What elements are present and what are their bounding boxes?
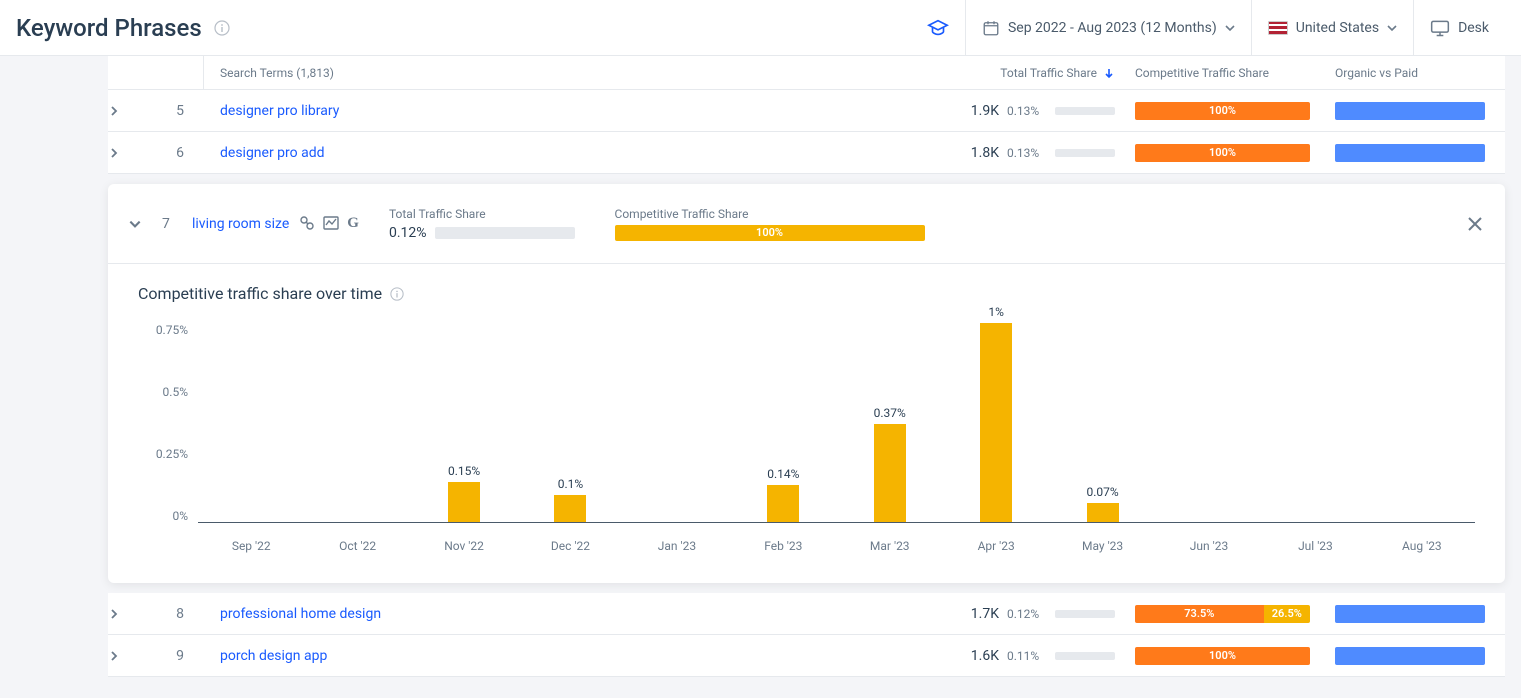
- chart-bar: [1262, 323, 1368, 522]
- academy-icon[interactable]: [911, 0, 965, 56]
- keyword-link[interactable]: designer pro add: [220, 145, 325, 161]
- keyword-link[interactable]: designer pro library: [220, 103, 339, 119]
- keyword-link[interactable]: porch design app: [220, 648, 327, 664]
- bar-chart: 0.75%0.5%0.25%0% 0.15%0.1%0.14%0.37%1%0.…: [138, 323, 1475, 553]
- date-range-selector[interactable]: Sep 2022 - Aug 2023 (12 Months): [965, 0, 1251, 56]
- info-icon[interactable]: [214, 20, 230, 36]
- chevron-down-icon: [1387, 23, 1397, 33]
- cts-bar: 100%: [615, 225, 925, 241]
- expand-button[interactable]: [108, 105, 156, 117]
- col-terms[interactable]: Search Terms (1,813): [204, 66, 965, 80]
- row-index: 5: [156, 103, 204, 119]
- ovp-bar: [1335, 605, 1485, 623]
- ovp-bar: [1335, 102, 1485, 120]
- flag-us-icon: [1268, 21, 1288, 35]
- chart-bar: 1%: [943, 323, 1049, 522]
- chart-bar: [198, 323, 304, 522]
- desktop-icon: [1430, 19, 1450, 37]
- ovp-bar: [1335, 144, 1485, 162]
- date-range-label: Sep 2022 - Aug 2023 (12 Months): [1008, 20, 1217, 36]
- chart-bar: [304, 323, 410, 522]
- cts-label: Competitive Traffic Share: [615, 207, 925, 221]
- row-index: 7: [162, 216, 192, 232]
- table-row: 9 porch design app 1.6K 0.11% 100%: [108, 635, 1505, 677]
- analyze-icon[interactable]: [299, 215, 315, 232]
- page-title: Keyword Phrases: [16, 14, 202, 42]
- device-selector[interactable]: Desk: [1413, 0, 1505, 56]
- chart-bar: 0.07%: [1049, 323, 1155, 522]
- comp-bar: 100%: [1135, 102, 1310, 120]
- google-icon[interactable]: G: [347, 215, 359, 232]
- tts-value: 0.12%: [389, 225, 427, 241]
- col-traffic[interactable]: Total Traffic Share: [965, 66, 1125, 80]
- keyword-link[interactable]: professional home design: [220, 606, 381, 622]
- chart-bar: [624, 323, 730, 522]
- share-value: 0.13%: [1007, 104, 1049, 118]
- table-row: 8 professional home design 1.7K 0.12% 73…: [108, 593, 1505, 635]
- comp-bar: 100%: [1135, 144, 1310, 162]
- close-icon[interactable]: [1465, 214, 1485, 234]
- ovp-bar: [1335, 647, 1485, 665]
- expanded-row-panel: 7 living room size G Total Traffic Share…: [108, 184, 1505, 583]
- row-index: 6: [156, 145, 204, 161]
- device-label: Desk: [1458, 20, 1489, 36]
- table-row: 6 designer pro add 1.8K 0.13% 100%: [108, 132, 1505, 174]
- share-value: 0.11%: [1007, 649, 1049, 663]
- chart-title: Competitive traffic share over time: [138, 284, 382, 303]
- row-index: 9: [156, 648, 204, 664]
- table-header: Search Terms (1,813) Total Traffic Share…: [108, 56, 1505, 90]
- tts-bar: [435, 227, 575, 239]
- share-value: 0.12%: [1007, 607, 1049, 621]
- col-comp[interactable]: Competitive Traffic Share: [1125, 66, 1325, 80]
- traffic-value: 1.7K: [965, 606, 999, 622]
- calendar-icon: [982, 19, 1000, 37]
- row-index: 8: [156, 606, 204, 622]
- comp-bar: 100%: [1135, 647, 1310, 665]
- chart-bar: 0.37%: [837, 323, 943, 522]
- chart-bar: [1156, 323, 1262, 522]
- traffic-value: 1.6K: [965, 648, 999, 664]
- expand-button[interactable]: [108, 608, 156, 620]
- expand-button[interactable]: [108, 650, 156, 662]
- trend-icon[interactable]: [323, 215, 339, 232]
- share-value: 0.13%: [1007, 146, 1049, 160]
- country-label: United States: [1296, 20, 1379, 36]
- tts-label: Total Traffic Share: [389, 207, 575, 221]
- comp-bar: 73.5%26.5%: [1135, 605, 1310, 623]
- info-icon[interactable]: [390, 287, 404, 301]
- share-bar: [1055, 149, 1115, 157]
- traffic-value: 1.9K: [965, 103, 999, 119]
- chart-bar: 0.15%: [411, 323, 517, 522]
- country-selector[interactable]: United States: [1251, 0, 1413, 56]
- chart-bar: 0.14%: [730, 323, 836, 522]
- traffic-value: 1.8K: [965, 145, 999, 161]
- collapse-button[interactable]: [128, 217, 162, 231]
- chevron-down-icon: [1225, 23, 1235, 33]
- expand-button[interactable]: [108, 147, 156, 159]
- share-bar: [1055, 610, 1115, 618]
- share-bar: [1055, 652, 1115, 660]
- table-row: 5 designer pro library 1.9K 0.13% 100%: [108, 90, 1505, 132]
- col-ovp[interactable]: Organic vs Paid: [1325, 66, 1505, 80]
- share-bar: [1055, 107, 1115, 115]
- page-header: Keyword Phrases Sep 2022 - Aug 2023 (12 …: [0, 0, 1521, 56]
- keyword-link[interactable]: living room size: [192, 216, 299, 232]
- chart-bar: [1369, 323, 1475, 522]
- chart-bar: 0.1%: [517, 323, 623, 522]
- sort-desc-icon: [1103, 67, 1115, 79]
